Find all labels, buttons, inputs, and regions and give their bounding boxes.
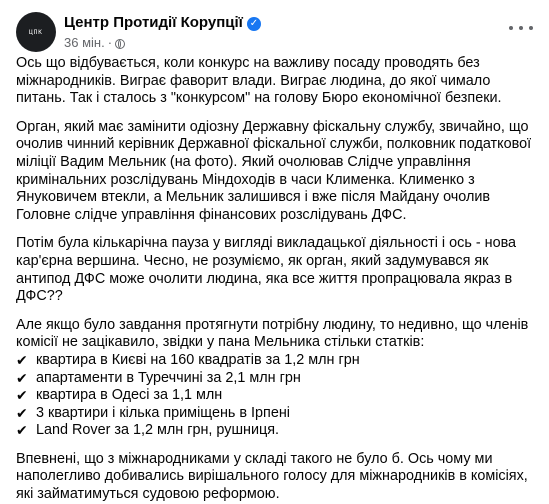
verified-badge-icon: ✓ [246,17,261,31]
list-item: ✔ квартира в Одесі за 1,1 млн [16,387,535,405]
avatar[interactable]: ЦПК [16,12,56,52]
dot-icon [519,26,523,30]
post-body: Ось що відбувається, коли конкурс на важ… [16,55,535,504]
post-meta: 36 мін. · [64,35,126,50]
check-icon: ✔ [16,422,28,439]
list-item-text: апартаменти в Туреччині за 2,1 млн грн [36,369,301,386]
list-item-text: квартира в Києві на 160 квадратів за 1,2… [36,351,360,368]
check-icon: ✔ [16,369,28,386]
facebook-post: ЦПК Центр Протидії Корупції ✓ 36 мін. · Ос… [0,0,549,502]
globe-icon[interactable] [115,39,126,49]
post-paragraph-3: Потім була кількарічна пауза у вигляді в… [16,235,517,305]
post-time[interactable]: 36 мін. [64,35,105,50]
more-options-button[interactable] [509,20,533,36]
list-item-text: Land Rover за 1,2 млн грн, рушниця. [36,422,280,439]
check-icon: ✔ [16,404,28,421]
avatar-logo-text: ЦПК [29,28,43,36]
list-item-text: квартира в Одесі за 1,1 млн [36,387,223,404]
post-closing-paragraph: Впевнені, що з міжнародниками у складі т… [16,450,528,503]
list-item: ✔ 3 квартири і кілька приміщень в Ірпені [16,405,535,423]
check-icon: ✔ [16,351,28,368]
check-icon: ✔ [16,387,28,404]
post-header: ЦПК Центр Протидії Корупції ✓ 36 мін. · [16,12,533,54]
list-item-text: 3 квартири і кілька приміщень в Ірпені [36,404,290,421]
list-item: ✔ апартаменти в Туреччині за 2,1 млн грн [16,370,535,388]
post-paragraph-1: Ось що відбувається, коли конкурс на важ… [16,55,502,107]
post-paragraph-2: Орган, який має замінити одіозну Державн… [16,118,532,223]
list-item: ✔ квартира в Києві на 160 квадратів за 1,… [16,352,535,370]
author-name-row: Центр Протидії Корупції ✓ [64,14,261,31]
author-name[interactable]: Центр Протидії Корупції [64,14,243,31]
post-paragraph-4: Але якщо було завдання протягнути потріб… [16,316,529,351]
dot-icon [529,26,533,30]
assets-list: ✔ квартира в Києві на 160 квадратів за 1,… [16,352,535,440]
list-item: ✔ Land Rover за 1,2 млн грн, рушниця. [16,422,535,440]
dot-icon [509,26,513,30]
meta-separator: · [107,35,113,50]
